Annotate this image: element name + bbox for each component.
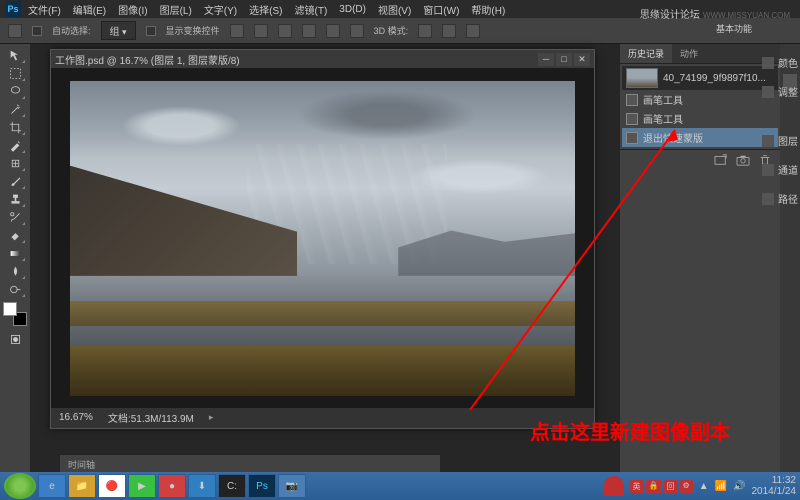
eraser-tool[interactable]	[4, 226, 26, 244]
move-tool-icon[interactable]	[8, 24, 22, 38]
align-icon-5[interactable]	[326, 24, 340, 38]
new-snapshot-icon[interactable]	[736, 154, 750, 166]
lang-bar[interactable]: 英🔒回⚙	[630, 480, 693, 493]
close-button[interactable]: ✕	[574, 53, 590, 66]
menu-select[interactable]: 选择(S)	[244, 0, 287, 19]
start-button[interactable]	[4, 473, 36, 499]
quickmask-tool[interactable]	[4, 330, 26, 348]
zoom-level[interactable]: 16.67%	[59, 412, 93, 423]
align-icon-3[interactable]	[278, 24, 292, 38]
filesize-info: 文档:51.3M/113.9M	[108, 410, 194, 425]
menu-view[interactable]: 视图(V)	[373, 0, 416, 19]
menu-help[interactable]: 帮助(H)	[466, 0, 510, 19]
show-transform-label: 显示变换控件	[166, 24, 220, 37]
adjust-icon	[762, 86, 774, 98]
paths-panel-tab[interactable]: 路径	[762, 191, 798, 206]
toolbar	[0, 44, 30, 474]
brush-tool[interactable]	[4, 172, 26, 190]
document-titlebar[interactable]: 工作图.psd @ 16.7% (图层 1, 图层蒙版/8) ─ □ ✕	[51, 50, 594, 68]
history-snapshot[interactable]: 40_74199_9f9897f10...	[622, 66, 778, 90]
task-app4[interactable]: 📷	[278, 474, 306, 498]
align-icon-1[interactable]	[230, 24, 244, 38]
lasso-tool[interactable]	[4, 82, 26, 100]
auto-select-checkbox[interactable]	[32, 26, 42, 36]
snapshot-thumb	[626, 68, 658, 88]
system-tray[interactable]: 英🔒回⚙ ▲ 📶 🔊 11:322014/1/24	[604, 475, 796, 497]
task-app3[interactable]: ⬇	[188, 474, 216, 498]
minimize-button[interactable]: ─	[538, 53, 554, 66]
brush-icon	[626, 94, 638, 106]
menu-type[interactable]: 文字(Y)	[199, 0, 242, 19]
layers-icon	[762, 135, 774, 147]
move-tool[interactable]	[4, 46, 26, 64]
dodge-tool[interactable]	[4, 280, 26, 298]
task-app1[interactable]: ▶	[128, 474, 156, 498]
task-ie[interactable]: e	[38, 474, 66, 498]
windows-taskbar: e 📁 🔴 ▶ ● ⬇ C: Ps 📷 英🔒回⚙ ▲ 📶 🔊 11:322014…	[0, 472, 800, 500]
3d-icon-1[interactable]	[418, 24, 432, 38]
new-doc-from-state-icon[interactable]	[714, 154, 728, 166]
align-icon-6[interactable]	[350, 24, 364, 38]
options-bar: 自动选择: 组 ▾ 显示变换控件 3D 模式:	[0, 18, 800, 44]
eyedropper-tool[interactable]	[4, 136, 26, 154]
mode-3d-label: 3D 模式:	[374, 24, 409, 37]
tray-flag-icon[interactable]: ▲	[699, 481, 709, 492]
menu-edit[interactable]: 编辑(E)	[68, 0, 111, 19]
annotation-text: 点击这里新建图像副本	[530, 416, 730, 445]
3d-icon-2[interactable]	[442, 24, 456, 38]
stamp-tool[interactable]	[4, 190, 26, 208]
watermark: 思缘设计论坛 WWW.MISSYUAN.COM	[640, 6, 790, 21]
santa-icon	[604, 476, 624, 496]
show-transform-checkbox[interactable]	[146, 26, 156, 36]
collapsed-panels: 颜色 调整 图层 通道 路径	[762, 55, 798, 206]
layers-panel-tab[interactable]: 图层	[762, 133, 798, 148]
menu-layer[interactable]: 图层(L)	[155, 0, 197, 19]
tray-network-icon[interactable]: 📶	[715, 481, 727, 492]
task-terminal[interactable]: C:	[218, 474, 246, 498]
channels-panel-tab[interactable]: 通道	[762, 162, 798, 177]
menu-image[interactable]: 图像(I)	[113, 0, 152, 19]
3d-icon-3[interactable]	[466, 24, 480, 38]
menu-window[interactable]: 窗口(W)	[418, 0, 464, 19]
document-title: 工作图.psd @ 16.7% (图层 1, 图层蒙版/8)	[55, 52, 240, 67]
auto-select-label: 自动选择:	[52, 24, 91, 37]
clock[interactable]: 11:322014/1/24	[752, 475, 797, 497]
actions-tab[interactable]: 动作	[672, 44, 706, 63]
history-step[interactable]: 画笔工具	[622, 90, 778, 109]
ps-logo[interactable]: Ps	[5, 1, 21, 17]
workspace-switcher[interactable]: 基本功能	[708, 20, 760, 37]
blur-tool[interactable]	[4, 262, 26, 280]
align-icon-4[interactable]	[302, 24, 316, 38]
task-chrome[interactable]: 🔴	[98, 474, 126, 498]
tray-sound-icon[interactable]: 🔊	[733, 481, 745, 492]
menu-3d[interactable]: 3D(D)	[334, 2, 371, 17]
maximize-button[interactable]: □	[556, 53, 572, 66]
color-panel-tab[interactable]: 颜色	[762, 55, 798, 70]
channels-icon	[762, 164, 774, 176]
task-app2[interactable]: ●	[158, 474, 186, 498]
timeline-panel[interactable]: 时间轴	[60, 454, 440, 474]
wand-tool[interactable]	[4, 100, 26, 118]
adjust-panel-tab[interactable]: 调整	[762, 84, 798, 99]
group-select[interactable]: 组 ▾	[101, 21, 136, 40]
align-icon-2[interactable]	[254, 24, 268, 38]
fg-color[interactable]	[3, 302, 17, 316]
history-tab[interactable]: 历史记录	[620, 44, 672, 63]
gradient-tool[interactable]	[4, 244, 26, 262]
menu-filter[interactable]: 滤镜(T)	[290, 0, 333, 19]
annotation-arrow	[460, 120, 690, 420]
paths-icon	[762, 193, 774, 205]
marquee-tool[interactable]	[4, 64, 26, 82]
color-swatches[interactable]	[3, 302, 27, 326]
menu-file[interactable]: 文件(F)	[23, 0, 66, 19]
color-icon	[762, 57, 774, 69]
heal-tool[interactable]	[4, 154, 26, 172]
history-brush-tool[interactable]	[4, 208, 26, 226]
task-photoshop[interactable]: Ps	[248, 474, 276, 498]
crop-tool[interactable]	[4, 118, 26, 136]
task-explorer[interactable]: 📁	[68, 474, 96, 498]
